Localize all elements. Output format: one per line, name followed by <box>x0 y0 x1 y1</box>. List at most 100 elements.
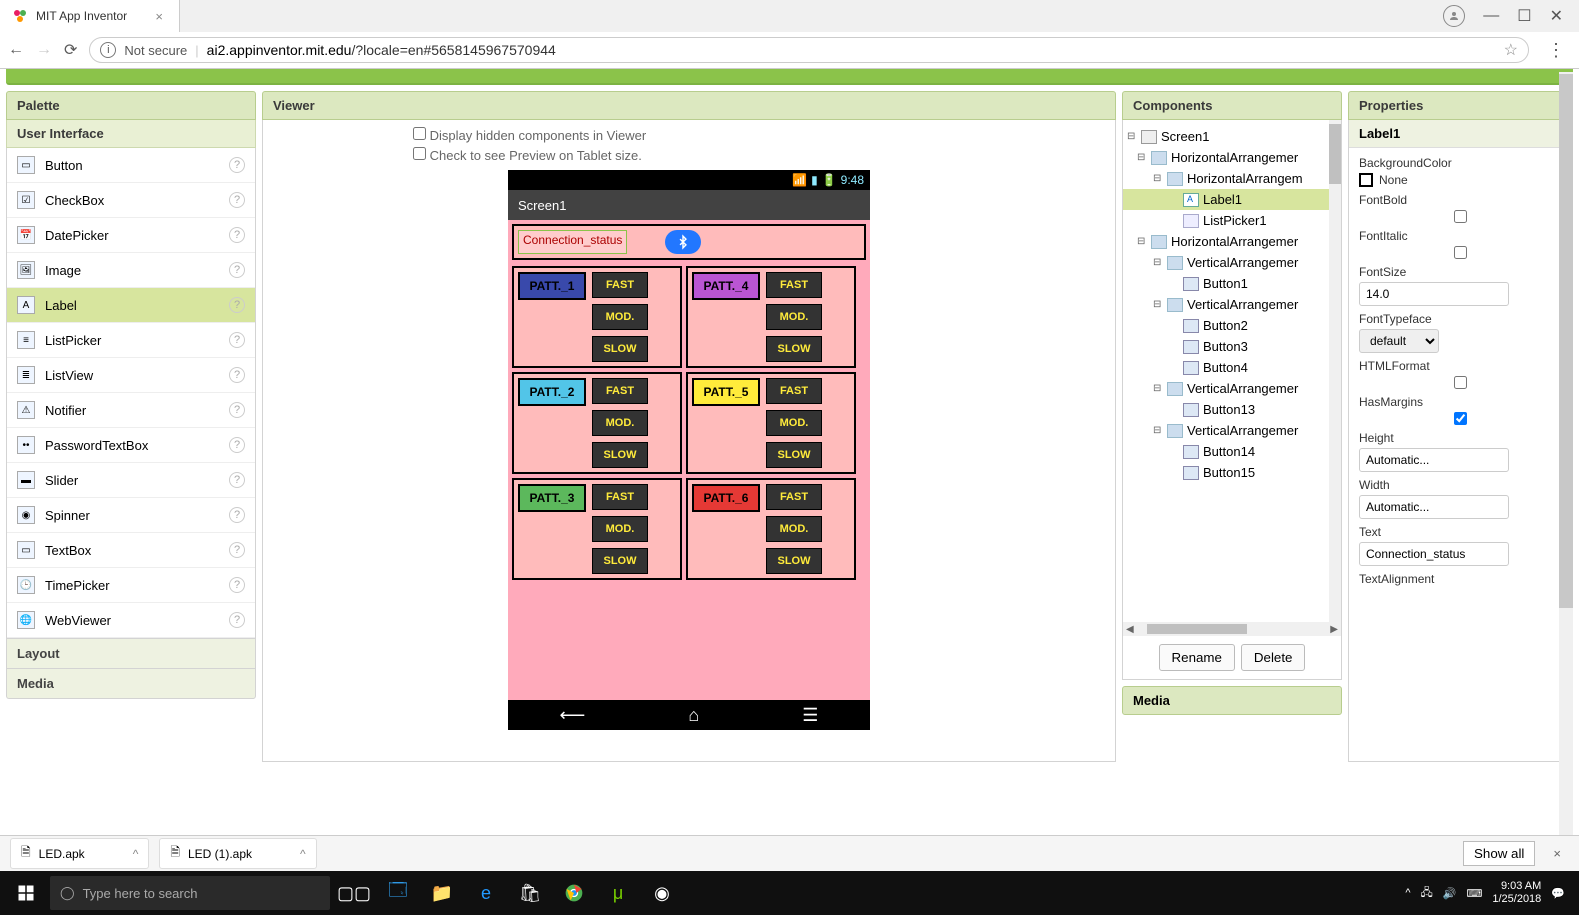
expand-icon[interactable]: ⊟ <box>1153 383 1165 394</box>
taskbar-store-icon[interactable]: 🛍 <box>510 873 550 913</box>
back-button[interactable]: ← <box>8 41 24 59</box>
pattern-button-2[interactable]: PATT._2 <box>518 378 586 406</box>
downloads-close-button[interactable]: × <box>1545 846 1569 861</box>
height-input[interactable] <box>1359 448 1509 472</box>
tree-node-button2[interactable]: Button2 <box>1123 315 1341 336</box>
palette-item-listpicker[interactable]: ≡ListPicker? <box>7 323 255 358</box>
tray-clock[interactable]: 9:03 AM 1/25/2018 <box>1492 880 1541 906</box>
slow-button[interactable]: SLOW <box>592 336 648 362</box>
profile-icon[interactable] <box>1443 5 1465 27</box>
help-icon[interactable]: ? <box>229 192 245 208</box>
show-all-downloads-button[interactable]: Show all <box>1463 841 1535 866</box>
palette-item-webviewer[interactable]: 🌐WebViewer? <box>7 603 255 638</box>
opt-display-hidden[interactable]: Display hidden components in Viewer <box>413 126 646 146</box>
palette-item-slider[interactable]: ▬Slider? <box>7 463 255 498</box>
pattern-button-1[interactable]: PATT._1 <box>518 272 586 300</box>
connection-status-label[interactable]: Connection_status <box>518 230 627 254</box>
help-icon[interactable]: ? <box>229 542 245 558</box>
component-tree[interactable]: ⊟Screen1⊟HorizontalArrangemer⊟Horizontal… <box>1123 120 1341 622</box>
taskbar-search[interactable]: ◯ Type here to search <box>50 876 330 910</box>
taskbar-utorrent-icon[interactable]: μ <box>598 873 638 913</box>
tree-node-screen1[interactable]: ⊟Screen1 <box>1123 126 1341 147</box>
palette-item-spinner[interactable]: ◉Spinner? <box>7 498 255 533</box>
help-icon[interactable]: ? <box>229 227 245 243</box>
tree-node-button13[interactable]: Button13 <box>1123 399 1341 420</box>
palette-item-timepicker[interactable]: 🕒TimePicker? <box>7 568 255 603</box>
tree-node-horizontalarrangemer[interactable]: ⊟HorizontalArrangemer <box>1123 231 1341 252</box>
home-icon[interactable]: ⌂ <box>688 705 699 726</box>
expand-icon[interactable]: ⊟ <box>1137 236 1149 247</box>
tree-node-verticalarrangemer[interactable]: ⊟VerticalArrangemer <box>1123 378 1341 399</box>
bluetooth-button[interactable] <box>665 230 701 254</box>
prop-height[interactable]: Height <box>1359 431 1562 472</box>
reload-button[interactable]: ⟳ <box>64 40 77 60</box>
tray-network-icon[interactable]: 🖧 <box>1421 884 1433 903</box>
tray-chevron-up-icon[interactable]: ^ <box>1405 887 1410 899</box>
palette-item-checkbox[interactable]: ☑CheckBox? <box>7 183 255 218</box>
fast-button[interactable]: FAST <box>766 378 822 404</box>
slow-button[interactable]: SLOW <box>592 548 648 574</box>
fast-button[interactable]: FAST <box>766 272 822 298</box>
bookmark-star-icon[interactable]: ☆ <box>1504 40 1518 60</box>
fast-button[interactable]: FAST <box>592 272 648 298</box>
help-icon[interactable]: ? <box>229 402 245 418</box>
tree-node-verticalarrangemer[interactable]: ⊟VerticalArrangemer <box>1123 420 1341 441</box>
prop-fontbold[interactable]: FontBold <box>1359 193 1562 223</box>
slow-button[interactable]: SLOW <box>766 336 822 362</box>
prop-backgroundcolor[interactable]: BackgroundColor None <box>1359 156 1562 187</box>
tree-node-verticalarrangemer[interactable]: ⊟VerticalArrangemer <box>1123 294 1341 315</box>
recents-icon[interactable]: ☰ <box>802 705 818 726</box>
tree-vscrollbar[interactable] <box>1329 120 1341 622</box>
help-icon[interactable]: ? <box>229 472 245 488</box>
fast-button[interactable]: FAST <box>592 378 648 404</box>
palette-item-textbox[interactable]: ▭TextBox? <box>7 533 255 568</box>
prop-fontitalic[interactable]: FontItalic <box>1359 229 1562 259</box>
taskbar-edge-icon[interactable]: 🗔 <box>378 873 418 913</box>
palette-item-datepicker[interactable]: 📅DatePicker? <box>7 218 255 253</box>
forward-button[interactable]: → <box>36 41 52 59</box>
help-icon[interactable]: ? <box>229 612 245 628</box>
tab-close-button[interactable]: × <box>151 9 167 24</box>
mod-button[interactable]: MOD. <box>592 304 648 330</box>
site-info-icon[interactable]: i <box>100 42 116 58</box>
tree-node-listpicker1[interactable]: ListPicker1 <box>1123 210 1341 231</box>
hasmargins-checkbox[interactable] <box>1359 412 1562 425</box>
page-vscrollbar[interactable] <box>1559 72 1573 835</box>
mod-button[interactable]: MOD. <box>592 516 648 542</box>
expand-icon[interactable]: ⊟ <box>1137 152 1149 163</box>
tree-node-horizontalarrangemer[interactable]: ⊟HorizontalArrangemer <box>1123 147 1341 168</box>
fast-button[interactable]: FAST <box>766 484 822 510</box>
mod-button[interactable]: MOD. <box>766 410 822 436</box>
minimize-button[interactable]: — <box>1483 7 1499 25</box>
expand-icon[interactable]: ⊟ <box>1127 131 1139 142</box>
htmlformat-checkbox[interactable] <box>1359 376 1562 389</box>
expand-icon[interactable]: ⊟ <box>1153 257 1165 268</box>
back-icon[interactable]: ⟵ <box>560 705 586 726</box>
help-icon[interactable]: ? <box>229 507 245 523</box>
url-field[interactable]: i Not secure | ai2.appinventor.mit.edu/?… <box>89 37 1529 63</box>
taskbar-edge2-icon[interactable]: e <box>466 873 506 913</box>
fontsize-input[interactable] <box>1359 282 1509 306</box>
slow-button[interactable]: SLOW <box>766 548 822 574</box>
tree-node-verticalarrangemer[interactable]: ⊟VerticalArrangemer <box>1123 252 1341 273</box>
width-input[interactable] <box>1359 495 1509 519</box>
palette-category-media[interactable]: Media <box>6 669 256 699</box>
slow-button[interactable]: SLOW <box>766 442 822 468</box>
palette-item-notifier[interactable]: ⚠Notifier? <box>7 393 255 428</box>
mod-button[interactable]: MOD. <box>592 410 648 436</box>
taskbar-chrome-icon[interactable] <box>554 873 594 913</box>
help-icon[interactable]: ? <box>229 332 245 348</box>
help-icon[interactable]: ? <box>229 577 245 593</box>
expand-icon[interactable]: ⊟ <box>1153 173 1165 184</box>
taskbar-explorer-icon[interactable]: 📁 <box>422 873 462 913</box>
text-input[interactable] <box>1359 542 1509 566</box>
fontbold-checkbox[interactable] <box>1359 210 1562 223</box>
mod-button[interactable]: MOD. <box>766 516 822 542</box>
tree-node-button3[interactable]: Button3 <box>1123 336 1341 357</box>
palette-item-passwordtextbox[interactable]: ••PasswordTextBox? <box>7 428 255 463</box>
prop-fontsize[interactable]: FontSize <box>1359 265 1562 306</box>
help-icon[interactable]: ? <box>229 262 245 278</box>
help-icon[interactable]: ? <box>229 367 245 383</box>
slow-button[interactable]: SLOW <box>592 442 648 468</box>
help-icon[interactable]: ? <box>229 297 245 313</box>
